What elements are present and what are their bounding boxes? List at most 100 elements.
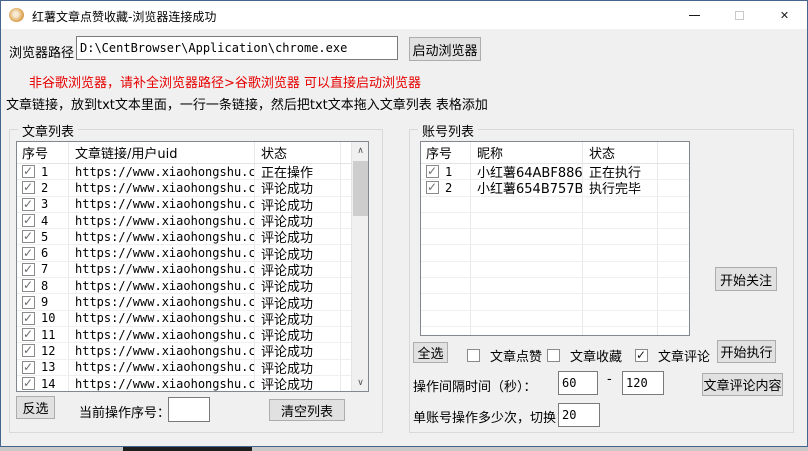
empty-cell (421, 229, 471, 244)
row-link: https://www.xiaohongshu.co... (69, 213, 255, 228)
checkbox-article-like-label: 文章点赞 (490, 346, 542, 365)
row-index-cell: ✓2 (17, 180, 69, 195)
checkbox-article-favorite[interactable]: ✓ 文章收藏 (547, 346, 622, 365)
close-icon: ✕ (780, 10, 789, 21)
close-button[interactable]: ✕ (762, 1, 807, 29)
article-row[interactable]: ✓1https://www.xiaohongshu.co...正在操作 (17, 164, 353, 180)
per-account-label: 单账号操作多少次，切换： (413, 407, 569, 426)
row-index-cell: ✓ 10 (17, 311, 69, 326)
article-row[interactable]: ✓12https://www.xiaohongshu.co...评论成功 (17, 343, 353, 359)
invert-selection-button[interactable]: 反选 (16, 396, 55, 419)
scroll-down-icon[interactable]: ∨ (352, 374, 369, 391)
scroll-up-icon[interactable]: ∧ (352, 142, 369, 159)
row-checkbox[interactable]: ✓ (426, 165, 439, 178)
article-row[interactable]: ✓6https://www.xiaohongshu.co...评论成功 (17, 245, 353, 261)
row-checkbox[interactable]: ✓ (22, 263, 35, 276)
warning-text: 非谷歌浏览器，请补全浏览器路径>谷歌浏览器 可以直接启动浏览器 (29, 72, 421, 91)
title-bar[interactable]: 红薯文章点赞收藏-浏览器连接成功 ✕ (1, 1, 807, 29)
row-index-cell: ✓2 (421, 180, 471, 195)
row-link: https://www.xiaohongshu.co... (69, 294, 255, 309)
empty-cell (658, 327, 689, 336)
scroll-thumb[interactable] (353, 161, 368, 216)
row-checkbox[interactable]: ✓ (22, 230, 35, 243)
comment-content-button[interactable]: 文章评论内容 (702, 373, 783, 396)
account-table[interactable]: 序号 昵称 状态 ✓1小红薯64ABF886正在执行✓2小红薯654B757B执… (420, 141, 690, 336)
article-list-panel: 文章列表 序号 文章链接/用户uid 状态 ✓1https://www.xiao… (9, 129, 383, 433)
article-row[interactable]: ✓10https://www.xiaohongshu.co...评论成功 (17, 311, 353, 327)
empty-cell (583, 327, 658, 336)
per-account-input[interactable] (558, 403, 600, 427)
row-status: 评论成功 (255, 245, 341, 260)
start-follow-button[interactable]: 开始关注 (715, 267, 777, 291)
row-nickname: 小红薯64ABF886 (471, 164, 583, 179)
select-all-button[interactable]: 全选 (413, 342, 448, 363)
empty-cell (421, 294, 471, 309)
empty-cell (658, 262, 689, 277)
row-checkbox[interactable]: ✓ (22, 198, 35, 211)
interval-max-input[interactable] (622, 371, 664, 395)
row-status: 评论成功 (255, 311, 341, 326)
row-checkbox[interactable]: ✓ (426, 181, 439, 194)
article-row[interactable]: ✓14https://www.xiaohongshu.co...评论成功 (17, 376, 353, 392)
row-checkbox[interactable]: ✓ (22, 361, 35, 374)
row-checkbox[interactable]: ✓ (22, 312, 35, 325)
row-checkbox[interactable]: ✓ (22, 165, 35, 178)
interval-min-input[interactable] (558, 371, 598, 395)
row-link: https://www.xiaohongshu.co... (69, 262, 255, 277)
article-table-scrollbar[interactable]: ∧ ∨ (351, 142, 368, 391)
account-row[interactable]: ✓1小红薯64ABF886正在执行 (421, 164, 689, 180)
article-row[interactable]: ✓3https://www.xiaohongshu.co...评论成功 (17, 197, 353, 213)
account-row[interactable]: ✓2小红薯654B757B执行完毕 (421, 180, 689, 196)
empty-cell (658, 213, 689, 228)
row-status: 评论成功 (255, 197, 341, 212)
article-row[interactable]: ✓4https://www.xiaohongshu.co...评论成功 (17, 213, 353, 229)
row-checkbox[interactable]: ✓ (22, 344, 35, 357)
row-checkbox[interactable]: ✓ (22, 181, 35, 194)
row-index: 6 (41, 246, 48, 260)
clear-list-button[interactable]: 清空列表 (269, 399, 345, 421)
row-index: 9 (41, 295, 48, 309)
current-index-input[interactable] (168, 397, 210, 422)
current-index-label: 当前操作序号： (79, 402, 170, 421)
row-link: https://www.xiaohongshu.co... (69, 197, 255, 212)
article-row[interactable]: ✓2https://www.xiaohongshu.co...评论成功 (17, 180, 353, 196)
account-row-empty (421, 311, 689, 327)
row-checkbox[interactable]: ✓ (22, 247, 35, 260)
empty-cell (471, 245, 583, 260)
start-execute-button[interactable]: 开始执行 (717, 340, 776, 363)
row-checkbox[interactable]: ✓ (22, 377, 35, 390)
row-index: 10 (41, 311, 55, 325)
checkbox-article-like[interactable]: ✓ 文章点赞 (467, 346, 542, 365)
article-row[interactable]: ✓13https://www.xiaohongshu.co...评论成功 (17, 360, 353, 376)
checkbox-article-comment[interactable]: ✓ 文章评论 (635, 346, 710, 365)
row-index-cell: ✓1 (421, 164, 471, 179)
browser-path-input[interactable] (76, 36, 398, 60)
col-header-index: 序号 (17, 142, 69, 163)
article-row[interactable]: ✓7https://www.xiaohongshu.co...评论成功 (17, 262, 353, 278)
article-row[interactable]: ✓11https://www.xiaohongshu.co...评论成功 (17, 327, 353, 343)
row-index-cell: ✓12 (17, 343, 69, 358)
row-checkbox[interactable]: ✓ (22, 296, 35, 309)
row-checkbox[interactable]: ✓ (22, 214, 35, 227)
article-row[interactable]: ✓9https://www.xiaohongshu.co...评论成功 (17, 294, 353, 310)
account-row-empty (421, 213, 689, 229)
account-row-empty (421, 327, 689, 336)
window-title: 红薯文章点赞收藏-浏览器连接成功 (32, 8, 216, 25)
interval-dash: - (607, 372, 612, 387)
article-row[interactable]: ✓8https://www.xiaohongshu.co...评论成功 (17, 278, 353, 294)
launch-browser-button[interactable]: 启动浏览器 (409, 37, 481, 61)
row-index: 7 (41, 262, 48, 276)
empty-cell (471, 311, 583, 326)
row-index: 4 (41, 214, 48, 228)
account-row-empty (421, 245, 689, 261)
article-row[interactable]: ✓5https://www.xiaohongshu.co...评论成功 (17, 229, 353, 245)
col-header-index: 序号 (421, 142, 471, 163)
row-checkbox[interactable]: ✓ (22, 328, 35, 341)
row-status: 执行完毕 (583, 180, 658, 195)
account-table-body: ✓1小红薯64ABF886正在执行✓2小红薯654B757B执行完毕 (421, 164, 689, 336)
empty-cell (421, 245, 471, 260)
article-panel-title: 文章列表 (18, 121, 78, 140)
minimize-button[interactable] (672, 1, 717, 29)
article-table[interactable]: 序号 文章链接/用户uid 状态 ✓1https://www.xiaohongs… (16, 141, 369, 392)
row-checkbox[interactable]: ✓ (22, 279, 35, 292)
